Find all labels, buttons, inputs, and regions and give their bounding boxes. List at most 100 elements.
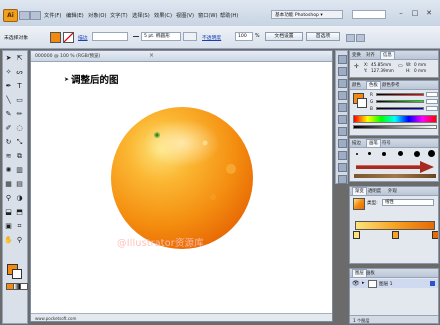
color-spectrum[interactable] [353,115,437,123]
stroke-swatch[interactable] [63,32,74,43]
brush-dot-1[interactable] [356,153,358,155]
minimize-button[interactable]: – [396,9,406,18]
tab-appearance[interactable]: 外观 [388,188,397,194]
bridge-icon[interactable] [19,11,30,20]
stroke-color-icon[interactable] [12,269,22,279]
hand-tool-icon[interactable]: ✋ [4,236,13,245]
preferences-button[interactable]: 首选项 [306,32,340,41]
symbol-sprayer-tool-icon[interactable]: ✺ [4,166,13,175]
gradient-stop-left[interactable] [353,231,360,239]
line-tool-icon[interactable]: ╲ [4,96,13,105]
paintbrush-tool-icon[interactable]: ✎ [4,110,13,119]
gradient-stop-right[interactable] [432,231,438,239]
warp-tool-icon[interactable]: ≋ [4,152,13,161]
arrow-brush-stroke[interactable] [354,161,436,173]
channel-g-field[interactable] [426,99,438,104]
menu-type[interactable]: 文字(T) [110,12,128,19]
opacity-field[interactable]: 100 [235,32,253,41]
brush-dot-3[interactable] [382,152,386,156]
tab-stroke[interactable]: 描边 [352,140,361,146]
gradient-stop-mid[interactable] [392,231,399,239]
brush-dot-2[interactable] [368,152,371,155]
menu-effect[interactable]: 效果(C) [154,12,172,19]
color-panel-icon[interactable] [338,79,347,88]
fill-swatch[interactable] [50,32,61,43]
brush-definition-select[interactable]: 5 pt. 椭圆形 [141,32,181,41]
live-paint-selection-tool-icon[interactable]: ⬒ [15,208,24,217]
rotate-tool-icon[interactable]: ↻ [4,138,13,147]
workspace-switcher[interactable]: 基本功能 Photoshop ▾ [271,10,343,19]
type-tool-icon[interactable]: T [15,82,24,91]
free-transform-tool-icon[interactable]: ⧉ [15,152,24,161]
blob-brush-tool-icon[interactable]: ✐ [4,124,13,133]
transparency-panel-icon[interactable] [338,151,347,160]
maximize-button[interactable]: □ [410,9,420,18]
channel-g-slider[interactable] [376,100,424,103]
layers-panel-icon[interactable] [338,175,347,184]
none-mode-icon[interactable] [20,283,28,290]
artboard-tool-icon[interactable]: ▣ [4,222,13,231]
tab-gradient[interactable]: 渐变 [352,187,367,195]
eyedropper-tool-icon[interactable]: ⚲ [4,194,13,203]
slice-tool-icon[interactable]: ⌗ [15,222,24,231]
pen-tool-icon[interactable]: ✒ [4,82,13,91]
document-tab[interactable]: 000000 @ 100 % (RGB/预览) × [31,51,332,62]
rectangle-tool-icon[interactable]: ▭ [15,96,24,105]
search-input[interactable] [352,10,386,19]
symbols-panel-icon[interactable] [338,115,347,124]
tab-layers[interactable]: 图层 [352,269,367,277]
eraser-tool-icon[interactable]: ◌ [15,124,24,133]
document-setup-button[interactable]: 文档设置 [265,32,303,41]
tab-color-guide[interactable]: 颜色参考 [382,82,400,88]
color-stroke-icon[interactable] [357,98,367,108]
close-button[interactable]: ✕ [424,9,434,18]
layer-name[interactable]: 图层 1 [379,281,393,287]
brush-dot-5[interactable] [414,151,420,157]
scale-tool-icon[interactable]: ⤡ [15,138,24,147]
menu-select[interactable]: 选择(S) [132,12,150,19]
gradient-type-select[interactable]: 线性 [382,199,434,206]
brush-dot-6[interactable] [428,150,435,157]
appearance-panel-icon[interactable] [338,163,347,172]
selection-tool-icon[interactable]: ➤ [4,54,13,63]
mesh-tool-icon[interactable]: ▦ [4,180,13,189]
live-paint-tool-icon[interactable]: ⬓ [4,208,13,217]
brushes-panel-icon[interactable] [338,103,347,112]
tab-brushes[interactable]: 画笔 [366,139,381,147]
brush-dot-4[interactable] [398,151,403,156]
column-graph-tool-icon[interactable]: ▥ [15,166,24,175]
blend-tool-icon[interactable]: ◑ [15,194,24,203]
menu-object[interactable]: 对象(O) [88,12,107,19]
menu-help[interactable]: 帮助(H) [220,12,238,19]
stroke-panel-icon[interactable] [338,127,347,136]
tab-info[interactable]: 信息 [380,51,395,59]
tab-color[interactable]: 颜色 [352,82,361,88]
visibility-eye-icon[interactable]: 👁 [352,280,360,287]
pencil-tool-icon[interactable]: ✏ [15,110,24,119]
tab-transparency[interactable]: 透明度 [368,188,381,194]
tab-swatches[interactable]: 色板 [366,81,381,89]
style-select[interactable] [183,32,197,41]
control-menu-icon[interactable] [356,34,365,42]
stroke-label[interactable]: 描边 [78,34,88,41]
transform-panel-icon[interactable] [338,55,347,64]
lasso-tool-icon[interactable]: ᔕ [15,68,24,77]
grayscale-ramp[interactable] [353,125,437,129]
menu-edit[interactable]: 编辑(E) [66,12,84,19]
menu-file[interactable]: 文件(F) [44,12,61,19]
menu-view[interactable]: 视图(V) [176,12,194,19]
orange-artwork[interactable] [107,103,257,253]
tab-align[interactable]: 对齐 [366,52,375,58]
charcoal-brush-stroke[interactable] [354,174,436,178]
document-window[interactable]: 000000 @ 100 % (RGB/预览) × ➤ 调整后的图 @Illus… [30,50,333,322]
gradient-preview-swatch[interactable] [353,198,365,210]
document-close-icon[interactable]: × [149,52,154,59]
info-panel-icon[interactable] [338,67,347,76]
channel-b-field[interactable] [426,106,438,111]
align-options-icon[interactable] [346,34,355,42]
expand-arrow-icon[interactable]: ▸ [362,280,365,286]
swatches-panel-icon[interactable] [338,91,347,100]
magic-wand-tool-icon[interactable]: ✧ [4,68,13,77]
layer-row[interactable]: 👁 ▸ 图层 1 [350,279,438,288]
tab-transform[interactable]: 变换 [352,52,361,58]
